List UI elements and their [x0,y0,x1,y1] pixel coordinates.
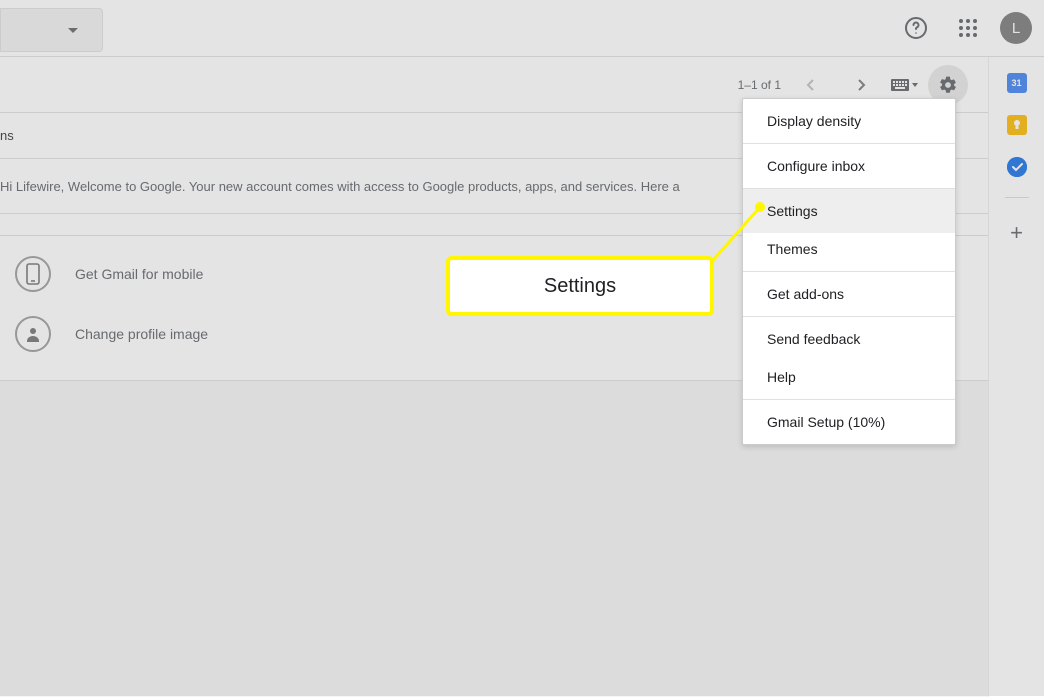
menu-item-settings[interactable]: Settings [743,189,955,233]
menu-item-gmail-setup[interactable]: Gmail Setup (10%) [743,400,955,444]
menu-item-label: Display density [767,113,861,129]
menu-item-get-addons[interactable]: Get add-ons [743,272,955,316]
chevron-left-icon [806,78,816,92]
setup-item-label: Change profile image [75,326,208,342]
side-panel: 31 + [988,57,1044,697]
header-actions: L [896,8,1032,48]
menu-item-label: Settings [767,203,818,219]
menu-item-label: Help [767,369,796,385]
menu-item-help[interactable]: Help [743,361,955,399]
menu-item-configure-inbox[interactable]: Configure inbox [743,144,955,188]
callout-settings: Settings [450,260,710,312]
settings-dropdown: Display density Configure inbox Settings… [742,98,956,445]
tasks-icon [1007,157,1027,177]
menu-item-label: Gmail Setup (10%) [767,414,885,430]
calendar-day-label: 31 [1011,78,1021,88]
menu-item-send-feedback[interactable]: Send feedback [743,317,955,361]
section-header-text-fragment: ns [0,128,14,143]
keep-icon [1007,115,1027,135]
divider [1005,197,1029,198]
apps-icon [958,18,978,38]
avatar-letter: L [1012,20,1020,37]
keep-addon-button[interactable] [1007,115,1027,135]
menu-item-display-density[interactable]: Display density [743,99,955,143]
avatar[interactable]: L [1000,12,1032,44]
setup-item-label: Get Gmail for mobile [75,266,203,282]
tasks-addon-button[interactable] [1007,157,1027,177]
app-header: L [0,0,1044,57]
chevron-down-icon [68,28,78,33]
menu-item-label: Send feedback [767,331,860,347]
person-icon [15,316,51,352]
help-button[interactable] [896,8,936,48]
keyboard-icon [891,79,909,91]
calendar-addon-button[interactable]: 31 [1007,73,1027,93]
phone-icon [15,256,51,292]
chevron-down-icon [912,83,918,87]
compose-dropdown[interactable] [0,8,103,52]
menu-item-label: Configure inbox [767,158,865,174]
help-icon [904,16,928,40]
apps-button[interactable] [948,8,988,48]
email-snippet: Hi Lifewire, Welcome to Google. Your new… [0,179,680,194]
menu-item-label: Themes [767,241,818,257]
menu-item-label: Get add-ons [767,286,844,302]
gear-icon [938,75,958,95]
callout-label: Settings [544,275,616,298]
add-addon-button[interactable]: + [1010,220,1023,246]
menu-item-themes[interactable]: Themes [743,233,955,271]
chevron-right-icon [856,78,866,92]
pagination-label: 1–1 of 1 [738,78,781,92]
